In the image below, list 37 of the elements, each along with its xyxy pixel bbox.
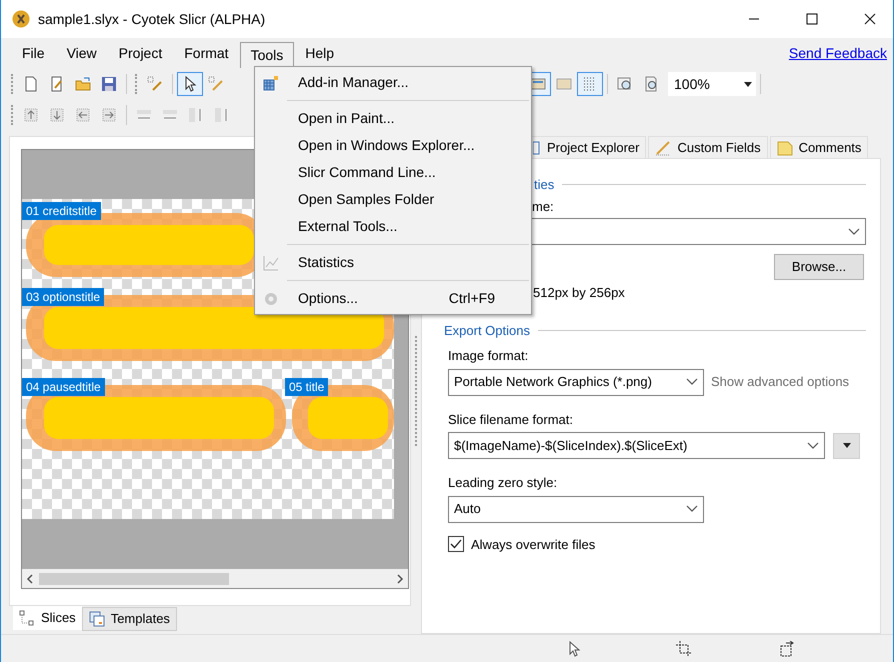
menu-item[interactable]: Format (173, 40, 240, 66)
menu-entry[interactable]: Options... Ctrl+F9 (255, 285, 531, 312)
menu-item[interactable]: Tools (240, 42, 294, 68)
field-label: Leading zero style: (448, 474, 558, 492)
group-heading: Export Options (444, 322, 530, 340)
field-label: me: (532, 198, 554, 216)
menu-item[interactable]: Project (108, 40, 174, 66)
panel-tab[interactable]: Templates (82, 607, 177, 631)
image-size-text: 512px by 256px (533, 284, 625, 302)
slice-label[interactable]: 01 creditstitle (22, 202, 101, 220)
filename-format-select[interactable]: $(ImageName)-$(SliceIndex).$(SliceExt) (448, 432, 825, 459)
menu-item[interactable]: Help (294, 40, 346, 66)
show-advanced-options-link[interactable]: Show advanced options (711, 372, 850, 392)
panel-tab[interactable]: Slices (13, 606, 82, 630)
checkbox-label: Always overwrite files (471, 536, 596, 554)
menu-item[interactable]: View (56, 40, 108, 66)
menu-entry[interactable]: Slicr Command Line... (255, 159, 531, 186)
field-label: Slice filename format: (448, 410, 574, 428)
send-feedback-link[interactable]: Send Feedback (788, 42, 887, 64)
menu-entry[interactable]: Open in Paint... (255, 105, 531, 132)
menu-item[interactable]: File (11, 40, 56, 66)
menu-entry[interactable]: Statistics (255, 249, 531, 276)
slice-label[interactable]: 04 pausedtitle (22, 378, 105, 396)
menu-entry[interactable]: External Tools... (255, 213, 531, 240)
menu-entry[interactable]: Add-in Manager... (255, 69, 531, 96)
panel-tab[interactable]: Comments (770, 136, 868, 158)
menu-entry[interactable]: Open Samples Folder (255, 186, 531, 213)
zoom-combo[interactable]: 100% (668, 72, 756, 96)
group-heading: ties (534, 176, 554, 194)
image-format-select[interactable]: Portable Network Graphics (*.png) (448, 368, 704, 396)
browse-button[interactable]: Browse... (774, 254, 864, 280)
field-label: Image format: (448, 347, 530, 365)
leading-zero-select[interactable]: Auto (448, 496, 704, 522)
panel-tab[interactable]: Custom Fields (648, 136, 768, 158)
slice-label[interactable]: 05 title (285, 378, 328, 396)
window-title: sample1.slyx - Cyotek Slicr (ALPHA) (38, 10, 266, 29)
slice-label[interactable]: 03 optionstitle (22, 288, 104, 306)
